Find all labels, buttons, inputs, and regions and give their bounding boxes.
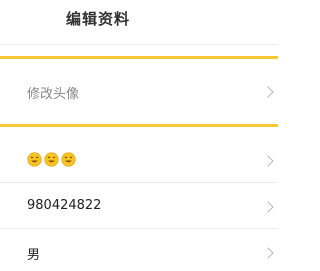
gender-value: 男 [27,248,41,263]
chevron-right-icon [262,86,274,98]
smiley-icon [27,152,42,167]
smiley-icon [61,152,76,167]
smiley-icon [44,152,59,167]
accent-divider-bottom [0,124,278,127]
change-avatar-label: 修改头像 [27,87,80,102]
gender-row[interactable]: 男 [0,229,278,271]
change-avatar-row[interactable]: 修改头像 [0,62,278,122]
nickname-value [27,152,76,167]
chevron-right-icon [262,201,274,213]
page-title: 编辑资料 [65,10,130,28]
chevron-right-icon [262,247,274,259]
id-row[interactable]: 980424822 [0,183,278,229]
edit-profile-screen: 编辑资料 修改头像 980424822 男 [0,0,278,271]
accent-divider-top [0,56,278,59]
nickname-row[interactable] [0,139,278,183]
header-bar: 编辑资料 [0,0,278,45]
chevron-right-icon [262,155,274,167]
id-value: 980424822 [27,198,102,213]
